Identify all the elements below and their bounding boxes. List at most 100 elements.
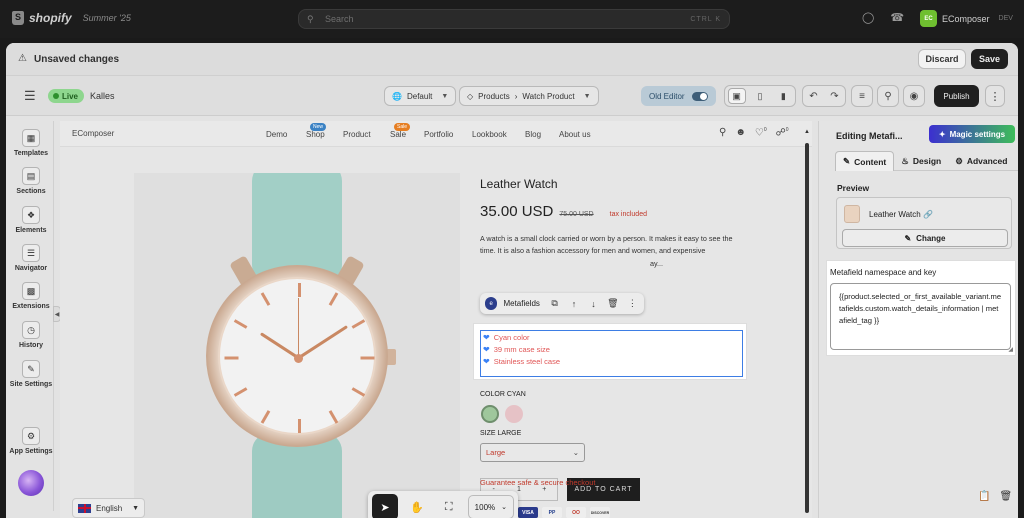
pointer-tool-icon[interactable]: ➤	[372, 494, 398, 518]
nav-item-sale[interactable]: Sale Sale	[390, 123, 411, 139]
user-avatar[interactable]	[18, 470, 44, 496]
change-product-button[interactable]: ✎ Change	[842, 229, 1008, 247]
sidebar-item-label: Templates	[13, 150, 49, 157]
store-menu[interactable]: EC EComposer DEV	[920, 10, 1013, 27]
watch-hour-tick	[260, 292, 271, 306]
magic-settings-button[interactable]: ✦ Magic settings	[929, 125, 1015, 143]
product-price: 35.00 USD	[480, 203, 554, 220]
desktop-icon[interactable]: ▣	[727, 88, 746, 104]
qty-plus-button[interactable]: +	[532, 486, 557, 493]
sidebar-item-templates[interactable]: ▦ Templates	[8, 129, 54, 157]
hour-hand	[259, 332, 300, 360]
swatch-pink[interactable]	[505, 405, 523, 423]
swatch-cyan[interactable]	[481, 405, 499, 423]
nav-item-demo[interactable]: Demo	[266, 130, 287, 139]
scroll-up-icon[interactable]: ▲	[804, 129, 810, 135]
nav-item-blog[interactable]: Blog	[525, 130, 541, 139]
scrollbar-thumb[interactable]	[805, 143, 809, 513]
arrow-up-icon[interactable]: ↑	[567, 297, 580, 311]
more-options-icon[interactable]: ⋮	[985, 85, 1005, 107]
canvas-scrollbar[interactable]: ▲	[804, 129, 810, 518]
focus-tool-icon[interactable]: ⛶	[436, 494, 462, 518]
nav-item-product[interactable]: Product	[343, 130, 371, 139]
visa-icon: VISA	[518, 507, 538, 518]
preview-product-label: Leather Watch	[869, 210, 921, 219]
header-icons: ⚲ ☻ ♡0 ☍0	[719, 127, 789, 138]
trash-icon[interactable]: 🗑	[606, 297, 619, 311]
bell-icon[interactable]: ☎	[890, 11, 904, 24]
resize-handle-icon[interactable]: ◢	[1008, 346, 1013, 353]
paypal-icon: PP	[542, 507, 562, 518]
save-button[interactable]: Save	[971, 49, 1008, 69]
metafields-selection[interactable]: ❤ Cyan color ❤ 39 mm case size ❤ Stainle…	[480, 330, 743, 377]
template-dropdown[interactable]: 🌐 Default ▼	[384, 86, 457, 106]
sidebar-item-site-settings[interactable]: ✎ Site Settings	[8, 360, 54, 388]
store-avatar: EC	[920, 10, 937, 27]
top-icons: ◯ ☎	[862, 11, 904, 24]
sidebar-item-history[interactable]: ◷ History	[8, 321, 54, 349]
sidebar-item-sections[interactable]: ▤ Sections	[8, 167, 54, 195]
more-vertical-icon[interactable]: ⋮	[626, 297, 639, 311]
eye-icon[interactable]: ◉	[903, 85, 925, 107]
templates-icon: ▦	[22, 129, 40, 147]
product-image[interactable]	[134, 173, 460, 518]
sidebar-item-label: Site Settings	[9, 381, 53, 388]
preview-card: Leather Watch 🔗 ✎ Change	[836, 197, 1012, 249]
clipboard-icon[interactable]: 📋	[978, 491, 990, 502]
tab-label: Content	[854, 156, 887, 167]
watch-face	[218, 277, 376, 435]
chevron-down-icon: ⌄	[572, 448, 579, 457]
metafield-key-textarea[interactable]: {{product.selected_or_first_available_va…	[830, 283, 1011, 350]
chevron-down-icon: ▼	[441, 92, 449, 100]
sidebar-item-app-settings[interactable]: ⚙ App Settings	[8, 427, 54, 455]
mobile-icon[interactable]: ▮	[774, 88, 792, 104]
discard-button[interactable]: Discard	[918, 49, 966, 69]
heart-icon[interactable]: ♡0	[755, 127, 767, 138]
product-description: A watch is a small clock carried or worn…	[480, 234, 733, 255]
site-header: EComposer Demo Shop New Product Sale Sal…	[60, 121, 812, 147]
heart-icon: ❤	[483, 333, 490, 342]
logo-text: shopify	[29, 11, 72, 25]
nav-item-portfolio[interactable]: Portfolio	[424, 130, 453, 139]
redo-icon[interactable]: ↷	[830, 91, 838, 102]
tablet-icon[interactable]: ▯	[751, 88, 769, 104]
page-breadcrumb-dropdown[interactable]: ◇ Products › Watch Product ▼	[459, 86, 599, 106]
link-icon[interactable]: 🔗	[923, 210, 933, 219]
site-brand[interactable]: EComposer	[72, 129, 114, 138]
nav-item-lookbook[interactable]: Lookbook	[472, 130, 507, 139]
language-selector[interactable]: English ▼	[72, 498, 145, 518]
toggle-switch[interactable]	[692, 91, 708, 101]
sidebar-item-extensions[interactable]: ▩ Extensions	[8, 282, 54, 310]
tab-advanced[interactable]: ⚙ Advanced	[948, 151, 1014, 171]
device-switcher: ▣ ▯ ▮	[724, 85, 796, 107]
duplicate-icon[interactable]: ⧉	[548, 297, 561, 311]
sidebar-item-elements[interactable]: ❖ Elements	[8, 206, 54, 234]
publish-button[interactable]: Publish	[934, 85, 979, 107]
cart-icon[interactable]: ☍0	[776, 127, 789, 138]
trash-icon[interactable]: 🗑	[999, 491, 1012, 502]
sidekick-icon[interactable]: ◯	[862, 11, 874, 24]
user-icon[interactable]: ☻	[735, 127, 746, 138]
inspect-icon[interactable]: ⚲	[877, 85, 899, 107]
nav-item-shop[interactable]: Shop New	[306, 123, 327, 139]
zoom-select[interactable]: 100% ⌄	[467, 495, 515, 518]
size-select[interactable]: Large ⌄	[480, 443, 585, 462]
sidebar-item-navigator[interactable]: ☰ Navigator	[8, 244, 54, 272]
undo-icon[interactable]: ↶	[809, 91, 817, 102]
arrow-down-icon[interactable]: ↓	[587, 297, 600, 311]
product-title: Leather Watch	[480, 177, 558, 191]
tab-design[interactable]: ♨ Design	[894, 151, 948, 171]
metafields-element[interactable]: ❤ Cyan color ❤ 39 mm case size ❤ Stainle…	[473, 323, 747, 380]
search-icon[interactable]: ⚲	[719, 127, 726, 138]
sliders-icon[interactable]: ≡	[851, 85, 873, 107]
global-search-input[interactable]: ⚲ Search CTRL K	[298, 9, 730, 29]
hand-tool-icon[interactable]: ✋	[404, 494, 430, 518]
old-editor-toggle[interactable]: Old Editor	[641, 86, 716, 106]
tab-content[interactable]: ✎ Content	[835, 151, 895, 171]
app-frame: ⚠ Unsaved changes Discard Save ☰ Live Ka…	[6, 43, 1018, 518]
hamburger-menu-icon[interactable]: ☰	[24, 88, 36, 104]
nav-item-about-us[interactable]: About us	[559, 130, 591, 139]
nav-badge-sale: Sale	[394, 123, 411, 131]
shopify-logo[interactable]: shopify Summer '25	[12, 11, 131, 25]
warning-icon: ⚠	[18, 53, 27, 64]
